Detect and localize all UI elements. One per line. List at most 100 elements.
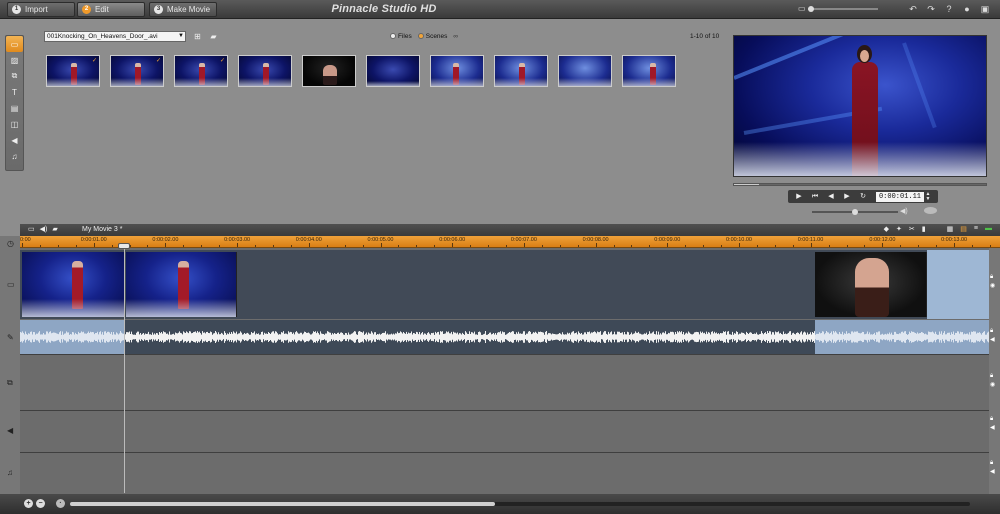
video-clip[interactable] [22,252,125,317]
zoom-out-button[interactable]: − [36,499,45,508]
ruler-tick-mark [989,245,991,247]
ruler-tick-mark [452,243,454,247]
timeline-ruler[interactable]: 0:00 0:00:01.00 0:00:02.00 0:00:03.00 0:00:0… [20,236,1000,248]
ruler-tick-mark [22,243,23,247]
scene-thumbnail[interactable] [238,55,292,87]
volume-icon[interactable]: ◀) [900,207,908,215]
speaker-icon[interactable]: ◀ [990,469,995,476]
view-option-files[interactable]: Files [390,33,412,40]
step-forward-icon[interactable]: ▶ [839,191,855,202]
music-icon[interactable]: ♫ [6,148,23,164]
radio-scenes[interactable] [417,33,424,40]
audio-waveform [20,331,125,343]
ruler-tick-mark [541,245,543,247]
timeline-view-icon[interactable]: ▤ [960,225,967,233]
eye-icon[interactable]: ◉ [990,283,995,290]
transitions-icon[interactable]: ⧉ [6,68,23,84]
source-file-select[interactable]: 001Knocking_On_Heavens_Door_.avi ▼ [44,31,186,42]
sound-track-icon[interactable]: ◀ [7,426,13,435]
titles-icon[interactable]: T [6,84,23,100]
ruler-tick-mark [918,245,920,247]
audio-icon[interactable]: ◀) [40,225,48,233]
scissors-icon[interactable]: ✂ [909,225,915,233]
timeline-scroll-start-button[interactable]: · [56,499,65,508]
play-icon[interactable]: ▶ [791,191,807,202]
lock-icon[interactable]: 🔒︎ [990,274,993,281]
video-scenes-icon[interactable]: ▭ [6,36,23,52]
eye-icon[interactable]: ◉ [990,382,995,389]
redo-icon[interactable]: ↷ [922,3,940,16]
zoom-in-button[interactable]: + [24,499,33,508]
eye-icon[interactable] [924,207,937,214]
undo-icon[interactable]: ↶ [904,3,922,16]
radio-files[interactable] [390,33,396,40]
lock-icon[interactable]: 🔒︎ [990,328,993,335]
menus-icon[interactable]: ▤ [6,100,23,116]
zoom-slider-knob[interactable] [808,6,814,12]
folder-icon[interactable]: ▰ [52,225,57,233]
monitor-icon[interactable]: ▭ [798,4,806,13]
volume-slider-knob[interactable] [852,209,858,215]
ruler-tick-mark [774,245,776,247]
zoom-slider[interactable] [808,6,878,12]
timeline-scrollbar[interactable] [70,502,970,506]
lock-icon[interactable]: 🔒︎ [990,460,993,467]
lock-icon[interactable]: 🔒︎ [990,373,993,380]
ruler-tick-mark [39,245,41,247]
preview-scrubber[interactable] [733,183,987,186]
camera-icon[interactable]: ▣ [976,3,994,16]
view-option-files-label: Files [398,33,412,40]
add-scene-icon[interactable]: ⊞ [192,31,203,42]
scene-thumbnail[interactable] [494,55,548,87]
scene-thumbnail[interactable] [366,55,420,87]
volume-slider[interactable] [812,209,898,215]
ruler-tick-mark [972,245,974,247]
pencil-icon[interactable]: ✎ [7,333,14,342]
skip-start-icon[interactable]: ⏮ [807,191,823,202]
storyboard-view-icon[interactable]: ▦ [947,225,954,233]
step-back-icon[interactable]: ◀ [823,191,839,202]
view-option-scenes[interactable]: Scenes [417,33,447,40]
loop-icon[interactable]: ↻ [855,191,871,202]
timecode-stepper[interactable]: ▲ ▼ [924,191,932,202]
ruler-tick-mark [362,245,364,247]
ruler-tick-mark [111,245,113,247]
lock-icon[interactable]: 🔒︎ [990,416,993,423]
video-track-icon[interactable]: ▭ [28,225,35,233]
music-track-icon[interactable]: ♫ [7,468,13,477]
help-icon[interactable]: ? [940,3,958,16]
scene-thumbnail[interactable] [558,55,612,87]
audio-clip-muted[interactable] [815,320,989,354]
audio-clip-muted[interactable] [20,320,125,354]
wand-icon[interactable]: ✦ [896,225,902,233]
folder-icon[interactable]: ▰ [208,31,219,42]
text-view-icon[interactable]: ≡ [974,225,978,233]
timecode-field[interactable]: 0:00:01.11 [876,191,924,202]
scene-thumbnail[interactable]: ✓ [46,55,100,87]
sound-effects-icon[interactable]: ◀ [6,132,23,148]
source-file-select-value: 001Knocking_On_Heavens_Door_.avi [47,33,158,40]
speaker-icon[interactable]: ◀ [990,425,995,432]
ruler-tick-mark [147,245,149,247]
ruler-tick-mark [882,243,884,247]
video-clip[interactable] [815,252,927,317]
video-clip[interactable] [126,252,237,317]
audio-levels-icon[interactable]: ▬ [985,225,992,233]
scene-thumbnail[interactable]: ✓ [110,55,164,87]
scene-thumbnail[interactable] [622,55,676,87]
glasses-icon[interactable]: ∞ [453,33,458,40]
title-track-icon[interactable]: ⧉ [7,378,13,388]
ruler-tick-mark [810,243,812,247]
photos-icon[interactable]: ▨ [6,52,23,68]
scene-thumbnail[interactable] [302,55,356,87]
ruler-tick-mark [290,245,292,247]
scene-thumbnail[interactable]: ✓ [174,55,228,87]
trash-icon[interactable]: ▮ [922,225,926,233]
shield-icon[interactable]: ◆ [884,225,889,233]
speaker-icon[interactable]: ◀ [990,337,995,344]
timeline-scrollbar-thumb[interactable] [70,502,495,506]
effects-icon[interactable]: ◫ [6,116,23,132]
scene-thumbnail[interactable] [430,55,484,87]
lightbulb-icon[interactable]: ● [958,3,976,16]
video-track-icon[interactable]: ▭ [7,280,15,289]
